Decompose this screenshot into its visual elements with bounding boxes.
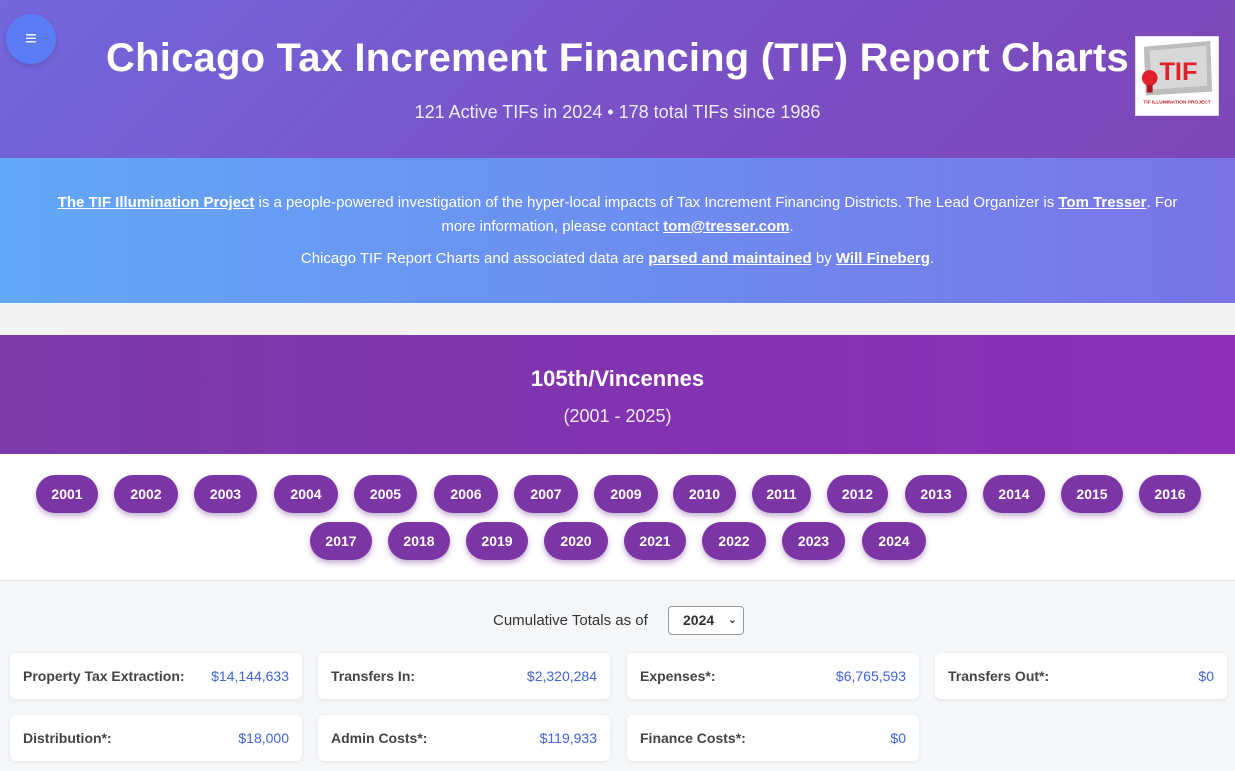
tif-illumination-logo[interactable]: TIF TIF ILLUMINATION PROJECT (1135, 36, 1219, 116)
year-button-2002[interactable]: 2002 (114, 475, 178, 513)
year-select-value: 2024 (683, 612, 715, 628)
total-label: Expenses*: (640, 668, 716, 684)
total-value: $18,000 (238, 730, 289, 746)
total-card: Expenses*: $6,765,593 (627, 653, 919, 699)
year-button-2015[interactable]: 2015 (1061, 475, 1123, 513)
chevron-down-icon: ⌄ (727, 614, 737, 626)
total-card: Distribution*: $18,000 (10, 715, 302, 761)
tif-year-range: (2001 - 2025) (563, 406, 672, 426)
total-value: $2,320,284 (526, 668, 597, 684)
year-button-2020[interactable]: 2020 (544, 522, 608, 560)
year-button-2006[interactable]: 2006 (434, 475, 498, 513)
info-banner: The TIF Illumination Project is a people… (0, 158, 1235, 303)
year-button-2011[interactable]: 2011 (752, 475, 811, 513)
year-button-2021[interactable]: 2021 (624, 522, 686, 560)
total-label: Distribution*: (23, 730, 112, 746)
info-text: by (811, 250, 836, 267)
total-card: Property Tax Extraction: $14,144,633 (10, 653, 302, 699)
total-card: Transfers Out*: $0 (935, 653, 1227, 699)
year-select[interactable]: 2024 ⌄ (668, 606, 744, 635)
info-line-1: The TIF Illumination Project is a people… (40, 191, 1195, 239)
tif-illumination-link[interactable]: The TIF Illumination Project (58, 194, 255, 211)
year-button-2023[interactable]: 2023 (782, 522, 845, 560)
year-button-2014[interactable]: 2014 (983, 475, 1045, 513)
total-value: $0 (890, 730, 906, 746)
parsed-maintained-link[interactable]: parsed and maintained (648, 250, 811, 267)
year-button-2003[interactable]: 2003 (194, 475, 257, 513)
total-label: Property Tax Extraction: (23, 668, 185, 684)
year-button-2005[interactable]: 2005 (354, 475, 417, 513)
svg-text:TIF: TIF (1159, 58, 1197, 86)
email-link[interactable]: tom@tresser.com (663, 218, 789, 235)
year-button-2007[interactable]: 2007 (514, 475, 578, 513)
total-value: $0 (1198, 668, 1214, 684)
year-button-2018[interactable]: 2018 (388, 522, 450, 560)
year-button-2019[interactable]: 2019 (466, 522, 528, 560)
total-label: Finance Costs*: (640, 730, 746, 746)
year-button-2016[interactable]: 2016 (1139, 475, 1201, 513)
year-selector: 2001 2002 2003 2004 2005 2006 2007 2009 2010 2011… (0, 454, 1235, 581)
page-header: ≡ Chicago Tax Increment Financing (TIF) … (0, 0, 1235, 158)
total-card: Admin Costs*: $119,933 (318, 715, 610, 761)
tom-tresser-link[interactable]: Tom Tresser (1058, 194, 1146, 211)
logo-image: TIF TIF ILLUMINATION PROJECT (1141, 40, 1213, 105)
year-button-2022[interactable]: 2022 (702, 522, 766, 560)
year-button-2017[interactable]: 2017 (310, 522, 372, 560)
page-title: Chicago Tax Increment Financing (TIF) Re… (106, 36, 1129, 80)
total-card: Finance Costs*: $0 (627, 715, 919, 761)
total-value: $14,144,633 (211, 668, 289, 684)
spacer (0, 303, 1235, 335)
info-text: . (929, 250, 935, 267)
total-value: $6,765,593 (835, 668, 906, 684)
total-label: Transfers In: (331, 668, 416, 684)
page-subtitle: 121 Active TIFs in 2024 • 178 total TIFs… (414, 102, 821, 122)
year-button-2001[interactable]: 2001 (36, 475, 98, 513)
total-value: $119,933 (539, 730, 597, 746)
year-button-2024[interactable]: 2024 (862, 522, 926, 560)
tif-header: 105th/Vincennes (2001 - 2025) (0, 335, 1235, 454)
will-fineberg-link[interactable]: Will Fineberg (836, 250, 930, 267)
year-button-2012[interactable]: 2012 (827, 475, 888, 513)
info-text: . (789, 218, 794, 235)
year-button-2010[interactable]: 2010 (673, 475, 736, 513)
year-button-2004[interactable]: 2004 (274, 475, 338, 513)
tif-name: 105th/Vincennes (530, 366, 705, 391)
year-button-2009[interactable]: 2009 (594, 475, 658, 513)
info-line-2: Chicago TIF Report Charts and associated… (0, 247, 1235, 271)
cumulative-label: Cumulative Totals as of (493, 612, 648, 629)
svg-text:TIF ILLUMINATION PROJECT: TIF ILLUMINATION PROJECT (1143, 99, 1210, 105)
year-button-2013[interactable]: 2013 (905, 475, 967, 513)
info-text: Chicago TIF Report Charts and associated… (300, 250, 649, 267)
info-text: is a people-powered investigation of the… (254, 194, 1059, 211)
total-card: Transfers In: $2,320,284 (318, 653, 610, 699)
total-label: Transfers Out*: (948, 668, 1050, 684)
total-label: Admin Costs*: (331, 730, 428, 746)
